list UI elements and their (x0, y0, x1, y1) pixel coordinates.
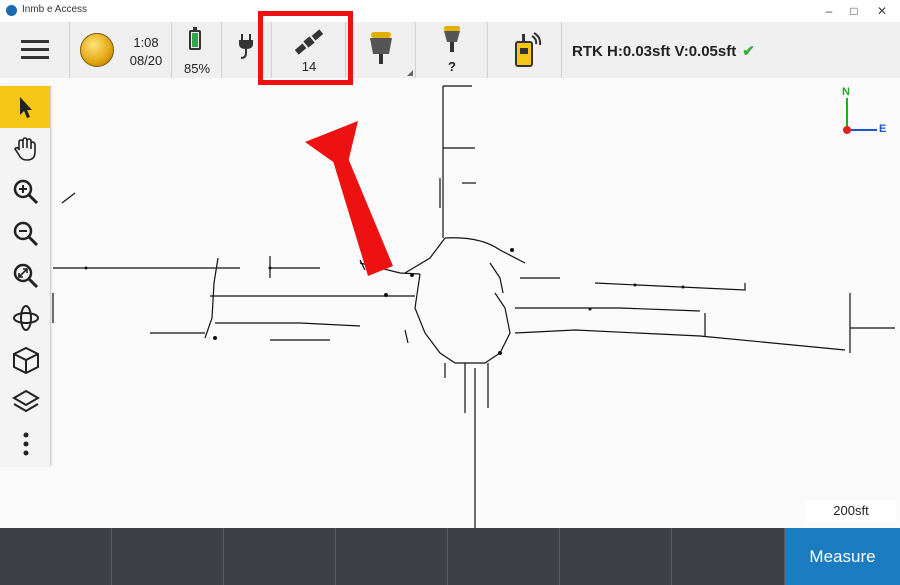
layers-button[interactable] (0, 380, 50, 422)
more-vertical-icon (23, 432, 29, 456)
battery-button[interactable]: 85% (172, 22, 222, 78)
select-tool-button[interactable] (0, 86, 50, 128)
rtk-status-text: RTK H:0.03sft V:0.05sft (572, 43, 737, 60)
pan-hand-icon (14, 137, 36, 161)
zoom-extents-button[interactable] (0, 254, 50, 296)
select-arrow-icon (20, 97, 32, 118)
menu-button[interactable] (0, 22, 70, 78)
softkey-2[interactable] (112, 528, 224, 585)
callout-arrow (305, 121, 393, 276)
orbit-button[interactable] (0, 296, 50, 338)
compass-east-label: E (879, 123, 887, 135)
rtk-status[interactable]: RTK H:0.03sft V:0.05sft ✔ (572, 42, 755, 60)
radio-icon (515, 32, 542, 67)
time-globe-button[interactable]: 1:08 08/20 (70, 22, 172, 78)
receiver-button[interactable] (346, 22, 416, 78)
status-toolbar: 1:08 08/20 85% 14 ? RTK H:0.03sft V:0.05… (0, 22, 900, 79)
softkey-3[interactable] (224, 528, 336, 585)
window-titlebar: Inmb e Access – □ ✕ (0, 0, 900, 23)
app-icon (6, 5, 17, 16)
3d-cube-icon (13, 346, 39, 374)
date-label: 08/20 (129, 53, 163, 68)
zoom-extents-icon (13, 263, 39, 289)
softkey-1[interactable] (0, 528, 112, 585)
softkey-5[interactable] (448, 528, 560, 585)
zoom-out-icon (13, 221, 39, 247)
zoom-in-button[interactable] (0, 170, 50, 212)
map-linework (52, 85, 895, 528)
compass-icon (843, 98, 877, 134)
map-canvas[interactable]: N E (0, 78, 900, 528)
pan-tool-button[interactable] (0, 128, 50, 170)
antenna-icon (444, 26, 460, 52)
measure-button[interactable]: Measure (785, 528, 900, 585)
map-scale: 200sft (806, 500, 896, 522)
softkey-4[interactable] (336, 528, 448, 585)
3d-view-button[interactable] (0, 338, 50, 380)
plug-icon (239, 34, 253, 59)
softkey-6[interactable] (560, 528, 672, 585)
compass-north-label: N (842, 86, 850, 98)
receiver-status-label: ? (448, 59, 456, 74)
layers-icon (12, 389, 40, 413)
orbit-icon (13, 305, 39, 331)
map-tool-palette (0, 86, 51, 466)
receiver-status-button[interactable]: ? (416, 22, 488, 78)
highlight-box (258, 11, 353, 85)
maximize-button[interactable]: □ (843, 1, 865, 21)
window-title: Inmb e Access (22, 4, 88, 15)
time-label: 1:08 (133, 35, 159, 50)
hamburger-icon (21, 35, 49, 64)
battery-icon (189, 27, 201, 50)
radio-button[interactable] (488, 22, 562, 78)
battery-percent: 85% (183, 61, 211, 76)
gnss-receiver-icon (370, 32, 392, 64)
more-tools-button[interactable] (0, 422, 50, 464)
softkey-bar: Measure (0, 528, 900, 585)
check-icon: ✔ (742, 43, 755, 60)
softkey-7[interactable] (672, 528, 785, 585)
zoom-in-icon (13, 179, 39, 205)
expand-corner-icon (407, 70, 413, 76)
zoom-out-button[interactable] (0, 212, 50, 254)
minimize-button[interactable]: – (818, 1, 840, 21)
globe-icon (80, 33, 114, 67)
close-button[interactable]: ✕ (871, 1, 893, 21)
